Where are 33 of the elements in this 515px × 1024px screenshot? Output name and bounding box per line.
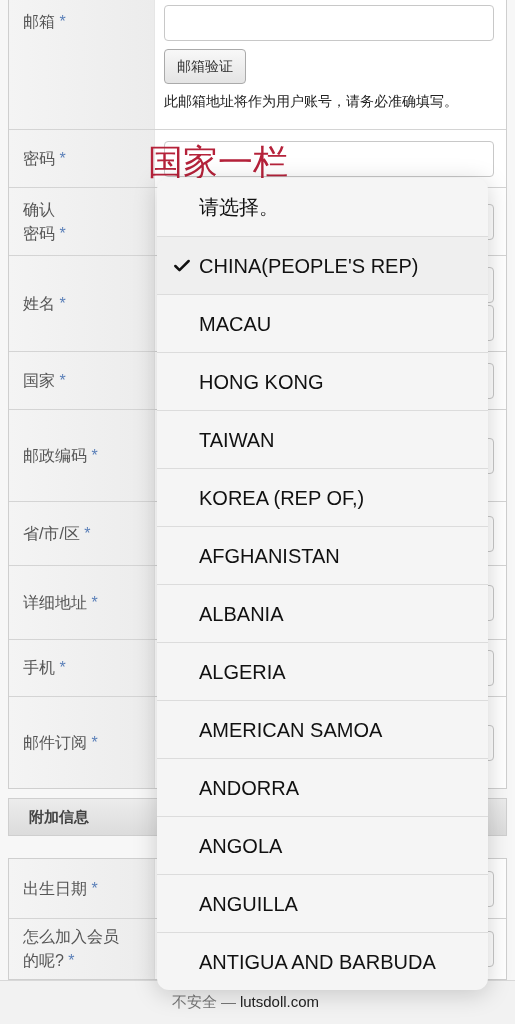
field-label: 手机 * bbox=[23, 658, 66, 678]
field-label: 怎么加入会员的呢? * bbox=[23, 927, 120, 971]
field-label: 密码 * bbox=[23, 148, 66, 169]
dropdown-option[interactable]: ALGERIA bbox=[157, 642, 488, 700]
field-label: 确认 bbox=[23, 199, 56, 220]
field-label: 邮件订阅 * bbox=[23, 732, 98, 753]
field-label: 邮政编码 * bbox=[23, 445, 98, 466]
field-label: 详细地址 * bbox=[23, 592, 98, 613]
field-label: 邮箱 * bbox=[23, 12, 66, 32]
verify-email-button[interactable]: 邮箱验证 bbox=[164, 49, 246, 84]
dropdown-option[interactable]: AFGHANISTAN bbox=[157, 526, 488, 584]
dropdown-option[interactable]: ANGUILLA bbox=[157, 874, 488, 932]
security-label: 不安全 bbox=[171, 992, 217, 1013]
field-label: 国家 * bbox=[23, 370, 66, 391]
dropdown-option[interactable]: CHINA(PEOPLE'S REP) bbox=[157, 236, 488, 294]
field-label: 出生日期 * bbox=[23, 878, 98, 899]
field-label: 省/市/区 * bbox=[23, 523, 91, 544]
section-title: 附加信息 bbox=[29, 806, 89, 827]
separator: — bbox=[220, 992, 236, 1013]
dropdown-option[interactable]: MACAU bbox=[157, 294, 488, 352]
input-field[interactable] bbox=[164, 5, 494, 41]
field-label: 密码 * bbox=[23, 223, 66, 244]
dropdown-option[interactable]: ALBANIA bbox=[157, 584, 488, 642]
dropdown-option[interactable]: KOREA (REP OF,) bbox=[157, 468, 488, 526]
email-hint: 此邮箱地址将作为用户账号，请务必准确填写。 bbox=[164, 93, 458, 111]
dropdown-option[interactable]: TAIWAN bbox=[157, 410, 488, 468]
dropdown-option[interactable]: ANDORRA bbox=[157, 758, 488, 816]
dropdown-option[interactable]: ANTIGUA AND BARBUDA bbox=[157, 932, 488, 990]
domain-text[interactable]: lutsdoll.com bbox=[239, 991, 320, 1014]
dropdown-option[interactable]: AMERICAN SAMOA bbox=[157, 700, 488, 758]
field-label: 姓名 * bbox=[23, 293, 66, 314]
dropdown-option[interactable]: ANGOLA bbox=[157, 816, 488, 874]
dropdown-option[interactable]: HONG KONG bbox=[157, 352, 488, 410]
